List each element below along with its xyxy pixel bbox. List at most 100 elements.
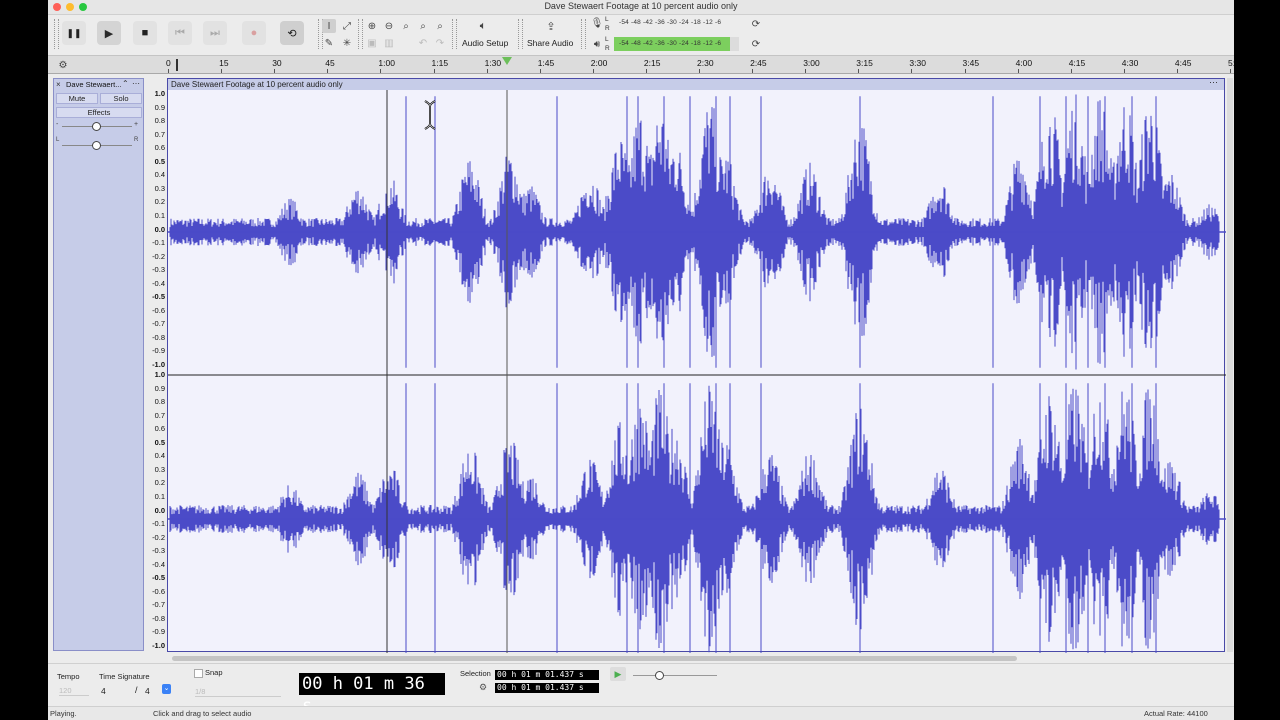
status-bar: Playing. Click and drag to select audio … — [48, 706, 1234, 720]
waveform[interactable] — [168, 79, 1226, 653]
zoom-in-icon[interactable]: ⊕ — [365, 19, 379, 33]
play-at-speed-button[interactable]: ▶ — [610, 667, 626, 681]
ruler-tick-line — [1230, 69, 1231, 73]
play-meter-reset-icon[interactable]: ⟳ — [749, 37, 763, 51]
ruler-tick: 0 — [166, 58, 171, 68]
zoom-toggle-icon[interactable]: ⌕ — [433, 19, 447, 33]
toolbar-grip[interactable] — [54, 19, 59, 49]
ruler-tick: 3:45 — [962, 58, 980, 68]
amplitude-tick: -0.3 — [152, 546, 165, 556]
pan-slider[interactable] — [92, 141, 101, 150]
mute-button[interactable]: Mute — [56, 93, 98, 104]
status-hint: Click and drag to select audio — [153, 709, 252, 718]
track-menu-icon[interactable]: ⋯ — [132, 79, 140, 88]
amplitude-tick: 0.2 — [154, 197, 165, 207]
amplitude-tick: 0.5 — [154, 437, 165, 447]
time-signature-denominator[interactable]: 4 — [145, 686, 150, 696]
share-grip[interactable] — [518, 19, 523, 49]
loop-button[interactable]: ⟲ — [280, 21, 304, 45]
meter-grip[interactable] — [581, 19, 586, 49]
playhead-marker-icon[interactable] — [502, 57, 512, 65]
play-speed-slider-track — [633, 675, 717, 676]
time-signature-numerator[interactable]: 4 — [101, 686, 106, 696]
track-collapse-icon[interactable]: ⌃ — [122, 79, 129, 88]
snap-checkbox[interactable] — [194, 669, 203, 678]
timeline-options-icon[interactable]: ⚙ — [56, 58, 70, 72]
amplitude-tick: 0.6 — [154, 424, 165, 434]
ruler-tick-line — [911, 69, 913, 73]
microphone-icon[interactable]: 🎙︎ — [590, 16, 604, 30]
ruler-tick-line — [645, 69, 647, 73]
solo-button[interactable]: Solo — [100, 93, 142, 104]
ruler-tick-line — [805, 69, 807, 73]
playback-speaker-icon[interactable]: 🔊︎ — [590, 37, 604, 51]
play-speed-slider[interactable] — [655, 671, 664, 680]
selection-tool-icon[interactable]: I — [322, 19, 336, 33]
amplitude-tick: -0.9 — [152, 346, 165, 356]
edit-cursor-marker-icon[interactable] — [176, 59, 178, 71]
undo-icon[interactable]: ↶ — [416, 36, 430, 50]
track-close-icon[interactable]: × — [56, 80, 61, 89]
amplitude-ruler[interactable]: 1.0 0.9 0.8 0.7 0.6 0.5 0.4 0.3 0.2 0.1 0.0 -0.1 -0.… — [145, 89, 167, 651]
effects-button[interactable]: Effects — [56, 107, 142, 118]
silence-icon[interactable]: ▥ — [382, 36, 396, 50]
skip-to-start-button[interactable]: ⏮ — [168, 21, 192, 45]
fit-project-icon[interactable]: ⌕ — [416, 19, 430, 33]
draw-tool-icon[interactable]: ✎ — [322, 36, 336, 50]
fit-selection-icon[interactable]: ⌕ — [399, 19, 413, 33]
trim-icon[interactable]: ▣ — [365, 36, 379, 50]
amplitude-tick: -0.7 — [152, 319, 165, 329]
ibeam-cursor-icon — [424, 100, 436, 130]
window-title: Dave Stewaert Footage at 10 percent audi… — [544, 1, 738, 11]
timeline-ruler[interactable]: ⚙ 0 15 30 45 1:00 1:15 1:30 1:45 2:00 2:15 2:30 2:4… — [48, 55, 1234, 74]
amplitude-tick: -0.2 — [152, 532, 165, 542]
pause-button[interactable]: ❚❚ — [62, 21, 86, 45]
speaker-icon: 🔈︎ — [479, 19, 487, 32]
horizontal-scrollbar[interactable] — [172, 656, 1017, 661]
play-button[interactable]: ▶ — [97, 21, 121, 45]
ruler-tick: 3:00 — [803, 58, 820, 68]
ruler-tick-line — [486, 69, 488, 73]
share-audio-button[interactable]: Share Audio — [527, 38, 573, 48]
channel-waveform — [169, 383, 1220, 653]
tempo-field[interactable]: 120 — [59, 686, 89, 696]
time-signature-dropdown-icon[interactable]: ⌄ — [162, 684, 171, 694]
amplitude-tick: -0.6 — [152, 586, 165, 596]
snap-value[interactable]: 1/8 — [195, 687, 281, 697]
envelope-tool-icon[interactable]: ⤢ — [340, 19, 354, 33]
zoom-out-icon[interactable]: ⊖ — [382, 19, 396, 33]
clip-menu-icon[interactable]: ⋯ — [1209, 77, 1218, 88]
amplitude-tick: 0.3 — [154, 464, 165, 474]
gain-slider[interactable] — [92, 122, 101, 131]
amplitude-tick: 0.0 — [154, 505, 165, 515]
redo-icon[interactable]: ↷ — [433, 36, 447, 50]
clip-header[interactable]: Dave Stewaert Footage at 10 percent audi… — [168, 77, 1224, 90]
selection-options-icon[interactable]: ⚙ — [479, 682, 487, 693]
ruler-tick-line — [592, 69, 594, 73]
selection-start[interactable]: 00 h 01 m 01.437 s — [495, 670, 599, 680]
ruler-tick-line — [327, 69, 329, 73]
selection-end[interactable]: 00 h 01 m 01.437 s — [495, 683, 599, 693]
play-meter-scale: -54 -48 -42 -36 -30 -24 -18 -12 -6 — [619, 40, 722, 47]
bottom-toolbar — [48, 663, 1234, 706]
multi-tool-icon[interactable]: ✳ — [340, 36, 354, 50]
ruler-tick-line — [858, 69, 860, 73]
audio-track[interactable]: Dave Stewaert Footage at 10 percent audi… — [167, 77, 1226, 653]
record-meter-reset-icon[interactable]: ⟳ — [749, 17, 763, 31]
ruler-tick: 1:45 — [537, 58, 555, 68]
record-meter-scale[interactable]: -54 -48 -42 -36 -30 -24 -18 -12 -6 — [619, 19, 721, 26]
ruler-tick: 1:30 — [484, 58, 502, 68]
audio-setup-button[interactable]: Audio Setup — [462, 38, 508, 48]
time-display[interactable]: 00 h 01 m 36 s — [299, 673, 445, 716]
vertical-scrollbar[interactable] — [1227, 78, 1233, 652]
gain-plus: + — [134, 121, 139, 128]
edit-grip[interactable] — [358, 19, 363, 49]
audio-setup-grip[interactable] — [452, 19, 457, 49]
amplitude-tick: 0.6 — [154, 143, 165, 153]
ruler-tick-line — [433, 69, 435, 73]
stop-button[interactable]: ■ — [133, 21, 157, 45]
record-button[interactable]: ● — [242, 21, 266, 45]
track-name-menu[interactable]: Dave Stewaert... — [66, 80, 121, 89]
skip-to-end-button[interactable]: ⏭ — [203, 21, 227, 45]
ruler-tick: 4:15 — [1068, 58, 1086, 68]
